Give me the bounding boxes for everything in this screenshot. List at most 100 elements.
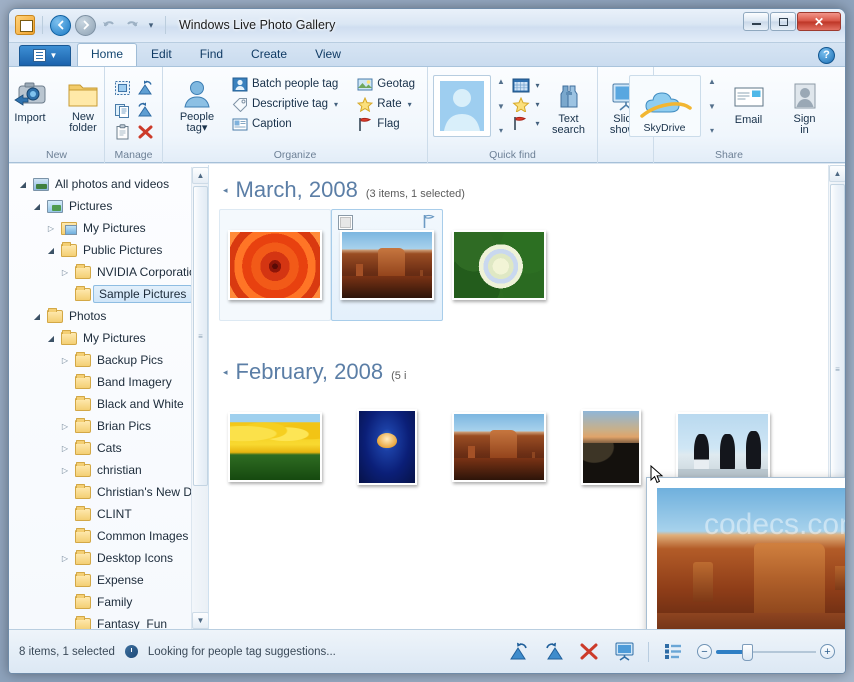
photo-gallery-view[interactable]: ◂March, 2008(3 items, 1 selected) ◂Februa…	[209, 165, 845, 629]
rotate-left-icon[interactable]	[134, 77, 156, 98]
import-button[interactable]: Import	[8, 73, 55, 127]
file-menu-button[interactable]: ▼	[19, 45, 71, 66]
geotag-button[interactable]: Geotag	[355, 75, 419, 94]
tree-item-backup-pics[interactable]: ▷Backup Pics	[9, 349, 208, 371]
tree-item-brian-pics[interactable]: ▷Brian Pics	[9, 415, 208, 437]
tree-item-fantasy-fun[interactable]: Fantasy_Fun	[9, 613, 208, 629]
sidebar-scrollbar[interactable]: ▲ ≡ ▼	[191, 167, 208, 629]
expander-open-icon[interactable]: ◢	[31, 312, 43, 321]
spinner-more-icon[interactable]: ▾	[496, 126, 507, 135]
tree-item-public-pictures[interactable]: ◢Public Pictures	[9, 239, 208, 261]
sign-in-button[interactable]: Sign in	[780, 75, 830, 139]
expander-open-icon[interactable]: ◢	[17, 180, 29, 189]
tree-item-desktop-icons[interactable]: ▷Desktop Icons	[9, 547, 208, 569]
tree-item-black-and-white[interactable]: Black and White	[9, 393, 208, 415]
tab-edit[interactable]: Edit	[137, 43, 186, 66]
descriptive-tag-button[interactable]: Descriptive tag ▾	[230, 95, 342, 114]
rotate-left-button[interactable]	[508, 641, 530, 663]
expander-closed-icon[interactable]: ▷	[59, 444, 71, 453]
expander-closed-icon[interactable]: ▷	[59, 422, 71, 431]
customize-quick-access-icon[interactable]: ▾	[144, 17, 158, 33]
text-search-button[interactable]: Text search	[545, 75, 593, 139]
tree-item-cats[interactable]: ▷Cats	[9, 437, 208, 459]
tree-item-christian[interactable]: ▷christian	[9, 459, 208, 481]
photo-thumbnail-desert-butte[interactable]	[331, 209, 443, 321]
tree-item-nvidia-corporation[interactable]: ▷NVIDIA Corporation	[9, 261, 208, 283]
tree-item-my-pictures[interactable]: ◢My Pictures	[9, 327, 208, 349]
tab-home[interactable]: Home	[77, 43, 137, 66]
slideshow-button[interactable]	[613, 641, 635, 663]
tree-item-christian-s-new-de[interactable]: Christian's New De	[9, 481, 208, 503]
folder-tree[interactable]: ◢All photos and videos◢Pictures▷My Pictu…	[9, 173, 208, 629]
expander-open-icon[interactable]: ◢	[31, 202, 43, 211]
new-folder-button[interactable]: New folder	[58, 73, 108, 137]
photo-thumbnail-desert-sunset[interactable]	[443, 391, 555, 503]
rate-button[interactable]: Rate ▾	[355, 95, 419, 114]
paste-icon[interactable]	[111, 121, 133, 142]
copy-icon[interactable]	[111, 99, 133, 120]
people-tag-button[interactable]: People tag▾	[171, 73, 223, 137]
tree-item-family[interactable]: Family	[9, 591, 208, 613]
scrollbar-thumb[interactable]: ≡	[193, 186, 208, 486]
person-thumbnail-picker[interactable]	[433, 75, 491, 137]
maximize-button[interactable]	[770, 12, 796, 31]
rotate-right-icon[interactable]	[134, 99, 156, 120]
minimize-button[interactable]	[743, 12, 769, 31]
spinner-down-icon[interactable]: ▼	[707, 102, 718, 111]
expander-closed-icon[interactable]: ▷	[59, 466, 71, 475]
close-button[interactable]: ✕	[797, 12, 841, 31]
tab-view[interactable]: View	[301, 43, 355, 66]
picker-spinner[interactable]: ▲ ▼ ▾	[496, 75, 507, 137]
redo-icon[interactable]	[122, 16, 140, 34]
tree-item-clint[interactable]: CLINT	[9, 503, 208, 525]
tab-find[interactable]: Find	[186, 43, 237, 66]
spinner-up-icon[interactable]: ▲	[707, 77, 718, 86]
group-header[interactable]: ◂February, 2008(5 i	[209, 347, 845, 391]
flag-filter-button[interactable]: ▾	[512, 115, 540, 132]
zoom-slider[interactable]: − +	[697, 644, 835, 659]
spinner-up-icon[interactable]: ▲	[496, 77, 507, 86]
expander-closed-icon[interactable]: ▷	[59, 268, 71, 277]
tree-item-band-imagery[interactable]: Band Imagery	[9, 371, 208, 393]
group-header[interactable]: ◂March, 2008(3 items, 1 selected)	[209, 165, 845, 209]
back-button[interactable]	[50, 15, 71, 36]
expander-open-icon[interactable]: ◢	[45, 246, 57, 255]
tree-item-photos[interactable]: ◢Photos	[9, 305, 208, 327]
details-view-button[interactable]	[662, 641, 684, 663]
zoom-knob[interactable]	[742, 644, 753, 661]
spinner-down-icon[interactable]: ▼	[496, 102, 507, 111]
tree-item-all-photos-and-videos[interactable]: ◢All photos and videos	[9, 173, 208, 195]
photo-thumbnail-white-hydrangea[interactable]	[443, 209, 555, 321]
tree-item-sample-pictures[interactable]: Sample Pictures	[9, 283, 208, 305]
group-collapse-icon[interactable]: ◂	[223, 185, 228, 196]
title-bar[interactable]: ▾ Windows Live Photo Gallery ✕	[9, 9, 845, 41]
tab-create[interactable]: Create	[237, 43, 301, 66]
select-all-icon[interactable]	[111, 77, 133, 98]
forward-button[interactable]	[75, 15, 96, 36]
delete-icon[interactable]	[134, 121, 156, 142]
expander-open-icon[interactable]: ◢	[45, 334, 57, 343]
scroll-up-button[interactable]: ▲	[829, 165, 845, 182]
thumbnail-flag-icon[interactable]	[422, 214, 436, 229]
zoom-track[interactable]	[716, 650, 816, 654]
caption-button[interactable]: Caption	[230, 115, 342, 134]
rating-filter-button[interactable]: ▾	[512, 96, 540, 113]
tree-item-common-images[interactable]: Common Images	[9, 525, 208, 547]
skydrive-spinner[interactable]: ▲ ▼ ▾	[707, 75, 718, 137]
tree-item-pictures[interactable]: ◢Pictures	[9, 195, 208, 217]
delete-button[interactable]	[578, 641, 600, 663]
zoom-in-button[interactable]: +	[820, 644, 835, 659]
email-button[interactable]: Email	[724, 75, 774, 129]
batch-people-tag-button[interactable]: Batch people tag	[230, 75, 342, 94]
flag-button[interactable]: Flag	[355, 115, 419, 134]
scroll-down-button[interactable]: ▼	[192, 612, 209, 629]
date-filter-button[interactable]: ▾	[512, 77, 540, 94]
thumbnail-checkbox[interactable]	[338, 215, 353, 230]
expander-closed-icon[interactable]: ▷	[59, 356, 71, 365]
zoom-out-button[interactable]: −	[697, 644, 712, 659]
photo-thumbnail-yellow-tulips[interactable]	[219, 391, 331, 503]
group-collapse-icon[interactable]: ◂	[223, 367, 228, 378]
expander-closed-icon[interactable]: ▷	[59, 554, 71, 563]
tree-item-expense[interactable]: Expense	[9, 569, 208, 591]
help-icon[interactable]: ?	[818, 47, 835, 64]
